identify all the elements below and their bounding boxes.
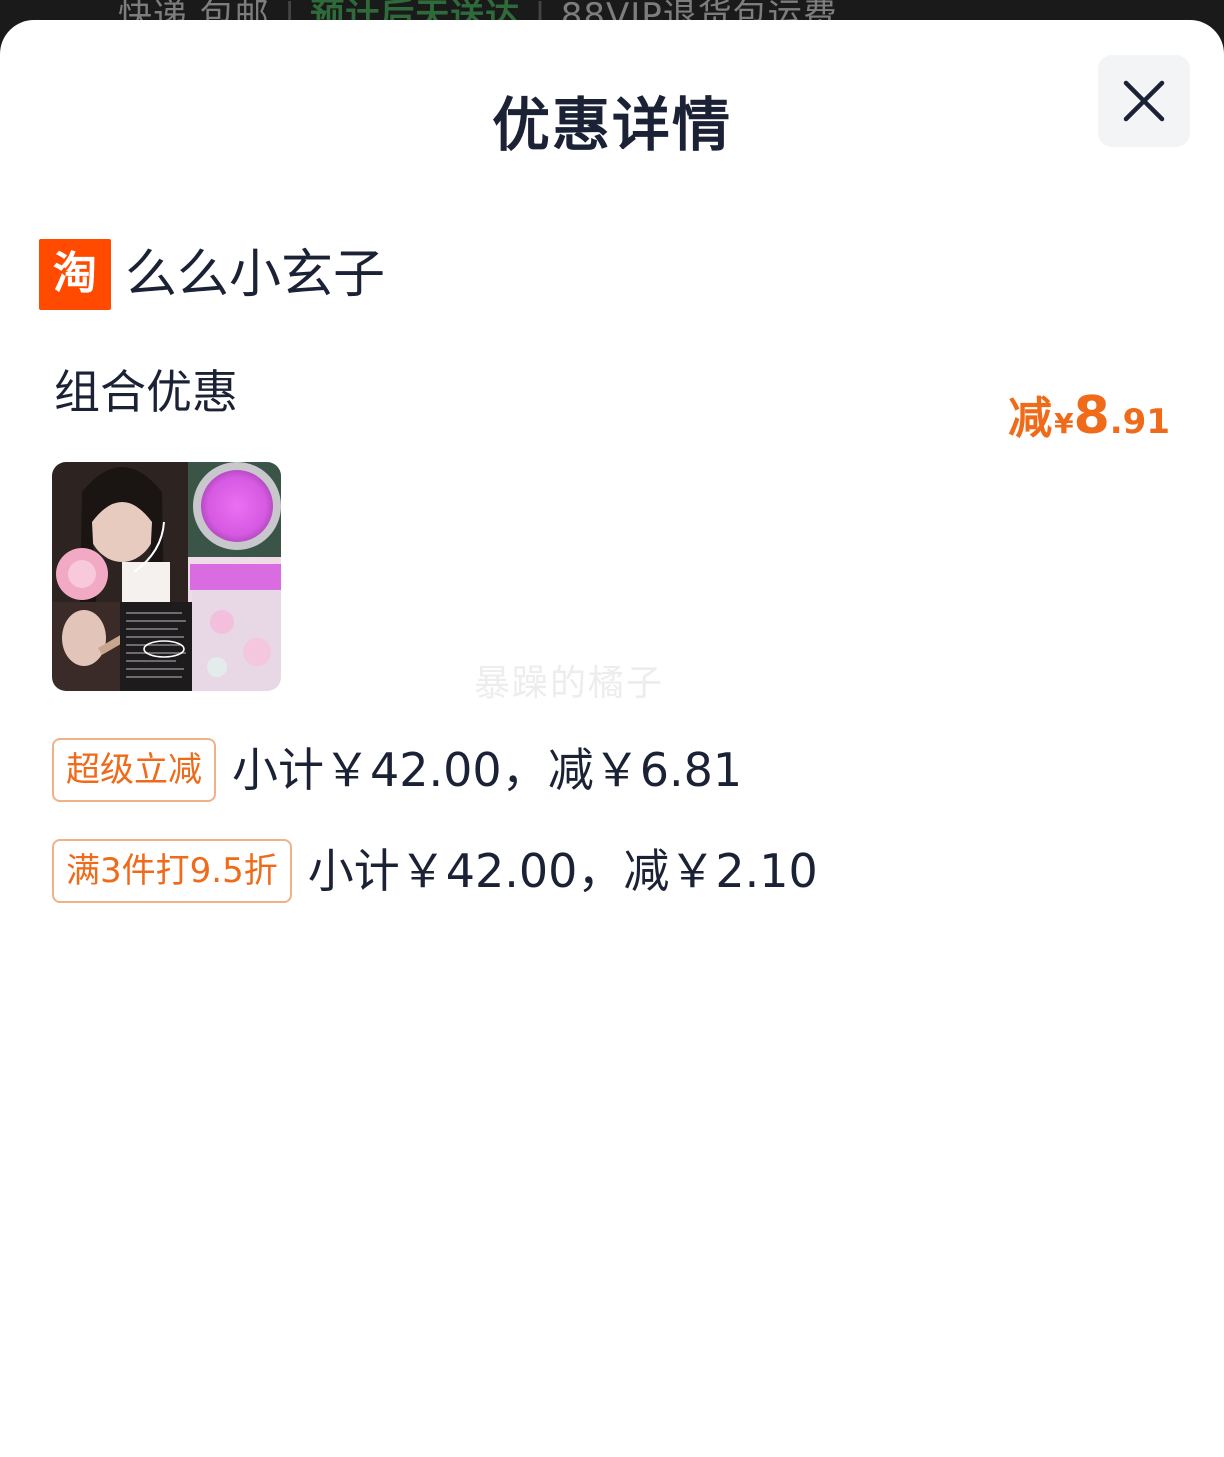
close-icon [1123,80,1165,122]
sheet-title: 优惠详情 [491,91,732,159]
product-thumbnail[interactable] [52,462,281,691]
promo-row: 满3件打9.5折 小计￥42.00，减￥2.10 [52,839,818,905]
promo-row: 超级立减 小计￥42.00，减￥6.81 [52,738,742,804]
total-currency: ¥ [1054,407,1074,440]
promo-tag-instant-discount: 超级立减 [52,738,216,802]
total-prefix: 减 [1008,393,1053,444]
promo-tag-multi-buy: 满3件打9.5折 [52,839,292,903]
discount-details-sheet: 优惠详情 淘 么么小玄子 组合优惠 减¥8.91 暴躁的橘子 超级立减 小计￥4… [0,20,1224,1457]
combo-discount-label: 组合优惠 [54,365,238,419]
total-decimal: .91 [1109,402,1170,442]
promo-detail: 小计￥42.00，减￥6.81 [232,743,743,797]
total-integer: 8 [1073,386,1110,446]
logo-glyph: 淘 [53,248,97,299]
promo-detail: 小计￥42.00，减￥2.10 [307,844,818,898]
product-image [52,462,281,691]
watermark-text: 暴躁的橘子 [474,663,665,704]
combo-discount-total: 减¥8.91 [1008,386,1170,458]
taobao-logo-icon: 淘 [39,239,111,310]
shop-name: 么么小玄子 [125,245,386,305]
close-button[interactable] [1098,55,1190,147]
